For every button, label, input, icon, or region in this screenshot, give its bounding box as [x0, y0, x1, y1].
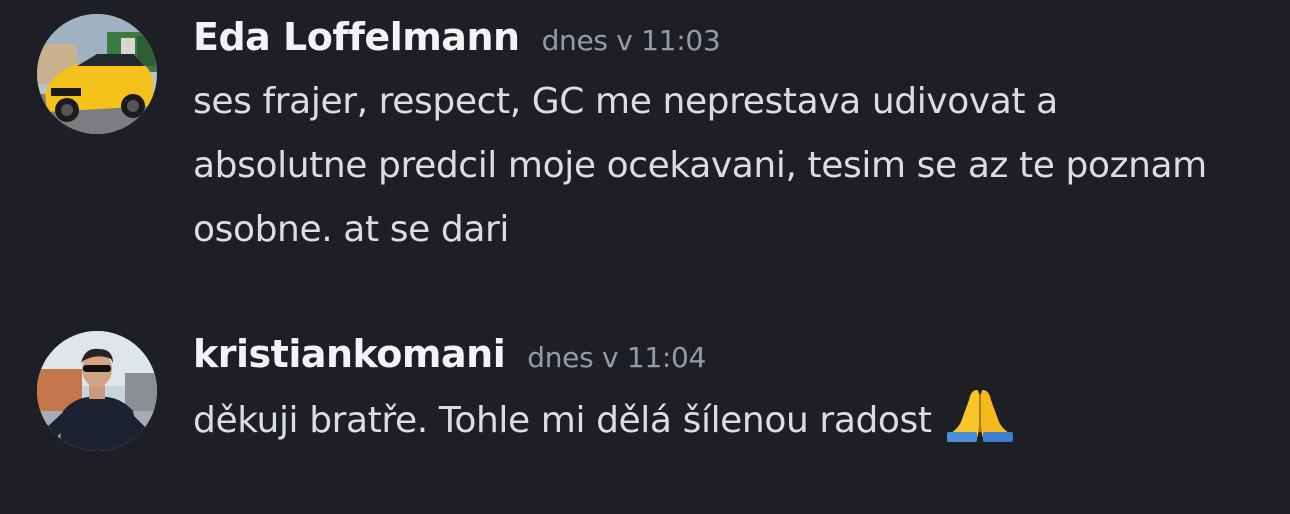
car-photo-avatar	[37, 14, 157, 134]
user-avatar-kristian[interactable]	[37, 331, 157, 451]
username[interactable]: kristiankomani	[193, 332, 506, 376]
message-timestamp: dnes v 11:03	[541, 24, 721, 57]
message-text: ses frajer, respect, GC me neprestava ud…	[193, 81, 1207, 250]
user-avatar-eda[interactable]	[37, 14, 157, 134]
chat-message: kristiankomani dnes v 11:04 děkuji bratře…	[0, 300, 1290, 500]
chat-message: Eda Loffelmann dnes v 11:03 ses frajer, r…	[0, 0, 1290, 290]
message-text-container: děkuji bratře. Tohle mi dělá šílenou rad…	[193, 386, 1233, 453]
folded-hands-emoji[interactable]	[946, 386, 1013, 442]
message-header: Eda Loffelmann dnes v 11:03	[193, 15, 721, 59]
message-header: kristiankomani dnes v 11:04	[193, 335, 706, 373]
person-photo-avatar	[37, 331, 157, 451]
message-timestamp: dnes v 11:04	[527, 341, 707, 374]
message-text: děkuji bratře. Tohle mi dělá šílenou rad…	[193, 400, 932, 441]
username[interactable]: Eda Loffelmann	[193, 15, 520, 59]
